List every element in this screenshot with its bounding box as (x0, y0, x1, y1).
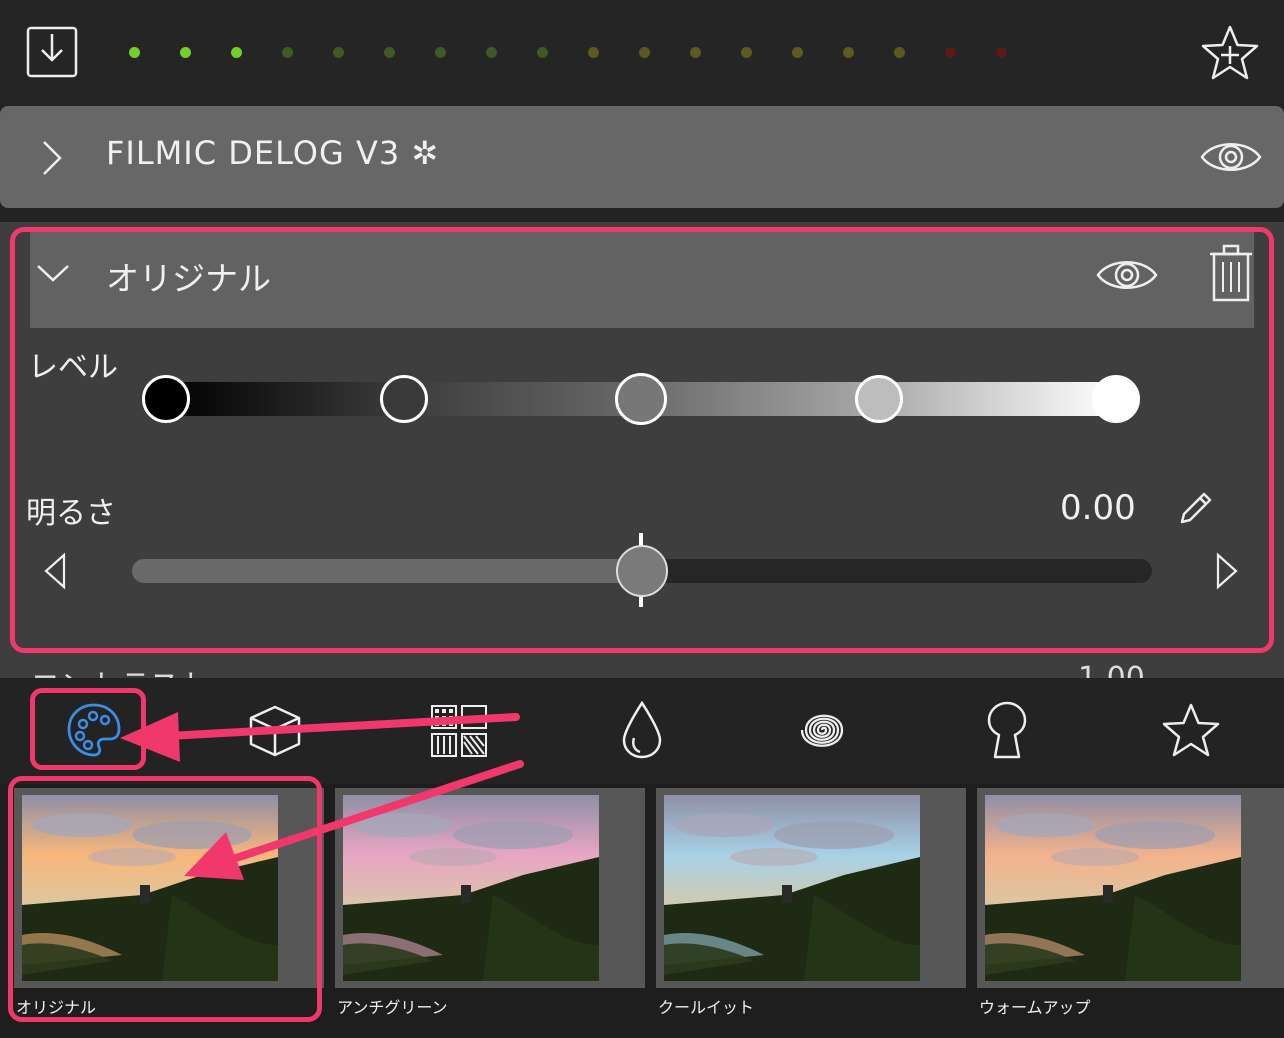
level-meter-dot (996, 47, 1007, 58)
level-meter-dot (792, 47, 803, 58)
eye-icon[interactable] (1200, 137, 1262, 177)
download-icon[interactable] (26, 26, 80, 80)
preset-label: クールイット (658, 998, 755, 1017)
grid-pattern-icon[interactable] (430, 704, 488, 758)
level-meter-dot (945, 47, 956, 58)
annotation-highlight-tool (30, 688, 146, 770)
spiral-icon[interactable] (794, 702, 850, 758)
contrast-value: 1.00 (1078, 661, 1145, 678)
preset-thumbnail (985, 795, 1241, 981)
level-meter-dot (486, 47, 497, 58)
level-meter-dot (384, 47, 395, 58)
next-row-peek: コントラスト 1.00 (0, 655, 1284, 678)
star-icon[interactable] (1162, 702, 1220, 758)
cube-icon[interactable] (248, 704, 302, 758)
preset-card[interactable] (335, 788, 645, 988)
filter-title: FILMIC DELOG V3 ✲ (106, 134, 440, 172)
annotation-highlight-panel (10, 227, 1274, 653)
preset-thumbnail (343, 795, 599, 981)
level-meter-dot (639, 47, 650, 58)
level-meter-dot (843, 47, 854, 58)
chevron-right-icon[interactable] (40, 140, 64, 176)
level-meter-dot (588, 47, 599, 58)
level-meter-dot (537, 47, 548, 58)
level-meter-dot (129, 47, 140, 58)
preset-thumbnail (664, 795, 920, 981)
contrast-label: コントラスト (30, 661, 209, 678)
level-meter-dot (282, 47, 293, 58)
drop-icon[interactable] (620, 700, 664, 760)
preset-card[interactable] (656, 788, 966, 988)
preset-label: アンチグリーン (337, 998, 448, 1017)
level-meter-dot (180, 47, 191, 58)
keyhole-icon[interactable] (986, 700, 1028, 760)
preset-card[interactable] (977, 788, 1284, 988)
level-meter-dot (435, 47, 446, 58)
annotation-highlight-preset (8, 776, 322, 1022)
preset-label: ウォームアップ (979, 998, 1091, 1017)
level-meter-dot (333, 47, 344, 58)
level-meter-dot (741, 47, 752, 58)
level-meter-dot (894, 47, 905, 58)
star-plus-icon[interactable] (1200, 24, 1260, 82)
level-meter-dot (690, 47, 701, 58)
level-meter-dot (231, 47, 242, 58)
